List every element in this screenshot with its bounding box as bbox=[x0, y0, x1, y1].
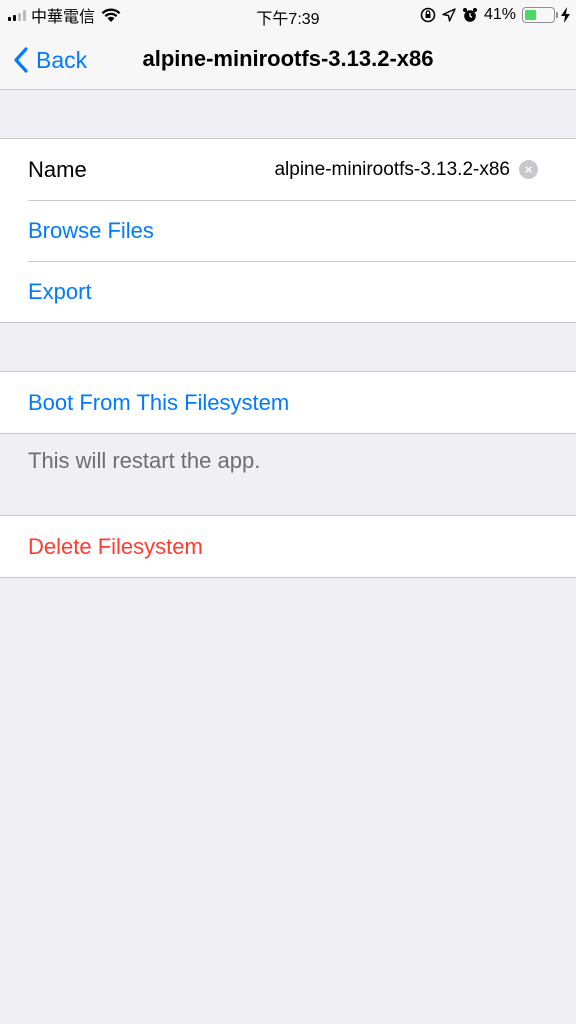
delete-filesystem-button[interactable]: Delete Filesystem bbox=[0, 516, 576, 577]
export-label: Export bbox=[28, 278, 92, 304]
details-section: Name alpine-minirootfs-3.13.2-x86 × Brow… bbox=[0, 138, 576, 323]
signal-icon bbox=[8, 9, 26, 21]
name-label: Name bbox=[28, 156, 87, 182]
wifi-icon bbox=[101, 7, 121, 22]
rotation-lock-icon bbox=[420, 7, 436, 23]
browse-files-button[interactable]: Browse Files bbox=[0, 200, 576, 261]
alarm-icon bbox=[462, 8, 477, 22]
browse-files-label: Browse Files bbox=[28, 217, 154, 243]
battery-icon bbox=[522, 7, 558, 23]
boot-button[interactable]: Boot From This Filesystem bbox=[0, 372, 576, 433]
boot-footer-note: This will restart the app. bbox=[28, 448, 261, 473]
carrier-label: 中華電信 bbox=[31, 9, 96, 26]
navigation-bar: Back alpine-minirootfs-3.13.2-x86 bbox=[0, 30, 576, 90]
location-icon bbox=[442, 8, 456, 22]
boot-label: Boot From This Filesystem bbox=[28, 389, 290, 415]
status-bar: 中華電信 下午7:39 41% bbox=[0, 0, 576, 30]
name-field[interactable]: alpine-minirootfs-3.13.2-x86 bbox=[274, 159, 510, 181]
delete-section: Delete Filesystem bbox=[0, 515, 576, 578]
boot-section: Boot From This Filesystem bbox=[0, 371, 576, 434]
charging-icon bbox=[561, 7, 570, 23]
delete-label: Delete Filesystem bbox=[28, 533, 203, 559]
export-button[interactable]: Export bbox=[0, 261, 576, 322]
name-row: Name alpine-minirootfs-3.13.2-x86 × bbox=[0, 139, 576, 200]
page-title: alpine-minirootfs-3.13.2-x86 bbox=[142, 46, 434, 71]
clear-icon[interactable]: × bbox=[519, 160, 538, 179]
battery-percent: 41% bbox=[483, 6, 516, 23]
